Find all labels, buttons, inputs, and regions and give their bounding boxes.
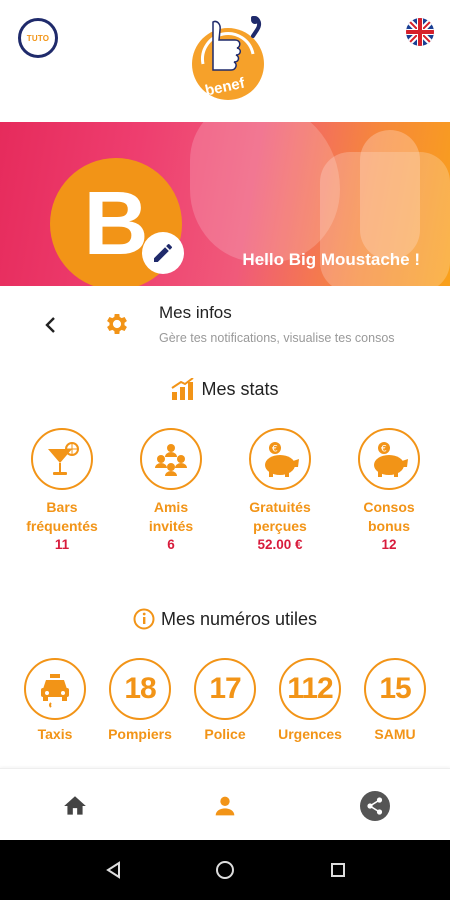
avatar-letter: B (83, 173, 149, 274)
numbers-section-title: Mes numéros utiles (0, 608, 450, 630)
share-icon (360, 791, 390, 821)
piggy-bank-icon: € (265, 442, 299, 477)
stat-icon-circle (31, 428, 93, 490)
svg-text:€: € (272, 445, 278, 455)
useful-numbers: Taxis 18 Pompiers 17 Police 112 Urgences… (0, 658, 450, 758)
chevron-left-icon (45, 317, 55, 333)
triangle-back-icon (106, 861, 120, 879)
numbers-title-text: Mes numéros utiles (160, 608, 318, 629)
edit-profile-button[interactable] (142, 232, 184, 274)
stat-bars: Bars fréquentés 11 (7, 428, 117, 553)
stat-value: 6 (167, 537, 175, 552)
number-circle: 15 (364, 658, 426, 720)
mes-infos-row[interactable]: Mes infos Gère tes notifications, visual… (0, 296, 450, 356)
square-recents-icon (331, 863, 345, 877)
stat-icon-circle (140, 428, 202, 490)
uk-flag-icon[interactable] (406, 18, 434, 46)
number-samu[interactable]: 15 SAMU (352, 658, 438, 742)
number-value: 17 (209, 672, 241, 705)
number-value: 15 (379, 672, 411, 705)
number-label: Taxis (37, 726, 73, 742)
stats-title-text: Mes stats (201, 378, 279, 399)
stat-consos-bonus: € Consos bonus 12 (334, 428, 444, 553)
number-circle: 17 (194, 658, 256, 720)
number-value: 18 (124, 672, 156, 705)
friends-icon (155, 444, 187, 476)
piggy-bank-icon: € (374, 442, 408, 477)
app-header: TUTO benef (0, 0, 450, 122)
system-recents-button[interactable] (326, 858, 350, 882)
system-home-button[interactable] (213, 858, 237, 882)
banner-decoration (360, 130, 420, 260)
stat-value: 52.00 € (257, 537, 303, 552)
number-label: Police (204, 726, 246, 742)
android-system-bar (0, 840, 450, 900)
number-label: SAMU (374, 726, 416, 742)
tuto-label: TUTO (26, 33, 50, 43)
stat-label: Gratuités perçues (249, 499, 311, 534)
stat-label: Bars fréquentés (26, 499, 98, 534)
number-label: Pompiers (108, 726, 172, 742)
taxi-icon (41, 674, 69, 708)
stats-grid: Bars fréquentés 11 Amis invités 6 € Gratui… (0, 428, 450, 558)
stats-chart-icon (171, 378, 195, 400)
gear-icon (107, 313, 127, 335)
stat-icon-circle: € (249, 428, 311, 490)
bottom-navigation (0, 768, 450, 840)
stat-gratuites: € Gratuités perçues 52.00 € (225, 428, 335, 553)
stat-value: 12 (381, 537, 397, 552)
greeting-text: Hello Big Moustache ! (242, 250, 420, 269)
number-urgences[interactable]: 112 Urgences (267, 658, 353, 742)
circle-home-icon (216, 861, 234, 879)
mes-infos-subtitle: Gère tes notifications, visualise tes co… (159, 331, 395, 345)
banner-decoration (190, 122, 340, 262)
number-taxis[interactable]: Taxis (12, 658, 98, 742)
number-circle: 112 (279, 658, 341, 720)
number-circle (24, 658, 86, 720)
nav-home[interactable] (60, 791, 90, 821)
nav-profile[interactable] (210, 791, 240, 821)
number-label: Urgences (278, 726, 342, 742)
number-value: 112 (287, 672, 333, 705)
number-police[interactable]: 17 Police (182, 658, 268, 742)
stats-section-title: Mes stats (0, 378, 450, 400)
svg-text:€: € (381, 445, 387, 455)
cocktail-icon (48, 442, 79, 475)
system-back-button[interactable] (102, 858, 126, 882)
info-icon (133, 608, 155, 630)
person-icon (215, 796, 235, 816)
stat-friends: Amis invités 6 (116, 428, 226, 553)
stat-label: Consos bonus (363, 499, 415, 534)
number-circle: 18 (109, 658, 171, 720)
stat-label: Amis invités (148, 499, 194, 534)
mes-infos-title: Mes infos (159, 303, 232, 322)
stat-value: 11 (54, 537, 70, 552)
stat-icon-circle: € (358, 428, 420, 490)
home-icon (64, 796, 86, 815)
pencil-icon (154, 243, 173, 262)
back-button[interactable] (38, 312, 64, 338)
benef-logo: benef (192, 16, 264, 100)
nav-share[interactable] (360, 791, 390, 821)
profile-banner: B Hello Big Moustache ! (0, 122, 450, 286)
number-pompiers[interactable]: 18 Pompiers (97, 658, 183, 742)
tuto-button[interactable]: TUTO (18, 18, 58, 58)
